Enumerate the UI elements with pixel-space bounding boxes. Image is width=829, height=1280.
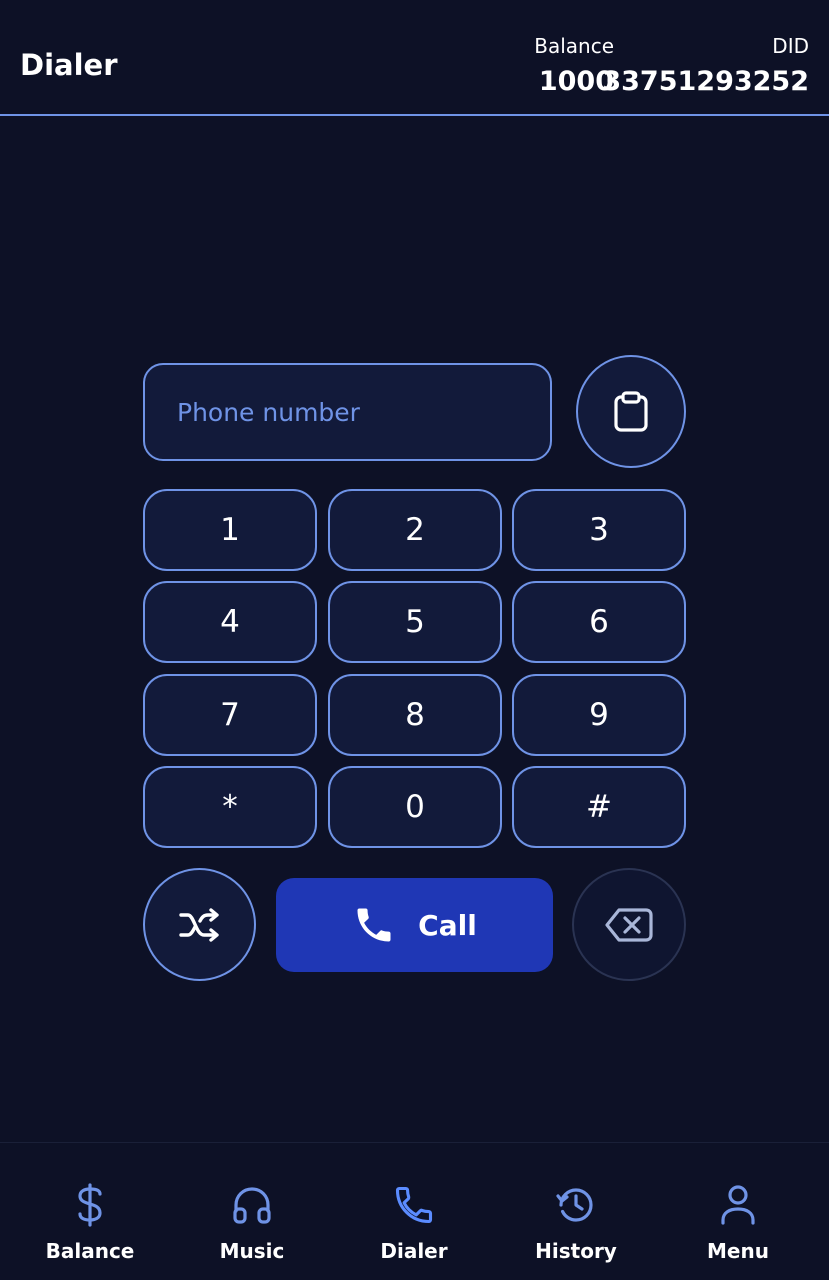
did-value: 33751293252 <box>602 66 809 97</box>
key-hash[interactable]: # <box>512 766 686 848</box>
nav-label-music: Music <box>219 1239 285 1263</box>
nav-label-balance: Balance <box>45 1239 135 1263</box>
bottom-nav: Balance Music Dialer History Menu <box>0 1142 829 1280</box>
key-5[interactable]: 5 <box>328 581 502 663</box>
did-label: DID <box>772 34 809 58</box>
nav-label-history: History <box>535 1239 617 1263</box>
key-7[interactable]: 7 <box>143 674 317 756</box>
phone-outline-icon <box>395 1186 433 1224</box>
key-0[interactable]: 0 <box>328 766 502 848</box>
did-stat: DID 33751293252 <box>602 34 809 97</box>
nav-label-dialer: Dialer <box>380 1239 448 1263</box>
key-3[interactable]: 3 <box>512 489 686 571</box>
page-title: Dialer <box>20 48 118 82</box>
shuffle-button[interactable] <box>143 868 256 981</box>
call-button[interactable]: Call <box>276 878 553 972</box>
backspace-icon <box>605 907 653 942</box>
key-8[interactable]: 8 <box>328 674 502 756</box>
nav-item-music[interactable]: Music <box>172 1143 332 1280</box>
app-header: Dialer Balance 1000 DID 33751293252 <box>0 0 829 116</box>
key-4[interactable]: 4 <box>143 581 317 663</box>
backspace-button[interactable] <box>572 868 686 981</box>
key-1[interactable]: 1 <box>143 489 317 571</box>
nav-item-menu[interactable]: Menu <box>658 1143 818 1280</box>
headphones-icon <box>233 1187 271 1224</box>
phone-icon <box>357 908 391 942</box>
nav-item-dialer[interactable]: Dialer <box>334 1143 494 1280</box>
history-icon <box>556 1188 593 1222</box>
user-icon <box>721 1185 755 1225</box>
shuffle-icon <box>178 907 219 942</box>
key-6[interactable]: 6 <box>512 581 686 663</box>
key-9[interactable]: 9 <box>512 674 686 756</box>
clipboard-icon <box>614 390 648 432</box>
nav-item-balance[interactable]: Balance <box>10 1143 170 1280</box>
call-label: Call <box>418 908 477 942</box>
phone-number-input[interactable] <box>143 363 552 461</box>
key-2[interactable]: 2 <box>328 489 502 571</box>
dialer-screen: Dialer Balance 1000 DID 33751293252 1 2 … <box>0 0 829 1280</box>
nav-label-menu: Menu <box>707 1239 769 1263</box>
paste-button[interactable] <box>576 355 686 468</box>
nav-item-history[interactable]: History <box>496 1143 656 1280</box>
key-star[interactable]: * <box>143 766 317 848</box>
dollar-icon <box>78 1183 102 1227</box>
